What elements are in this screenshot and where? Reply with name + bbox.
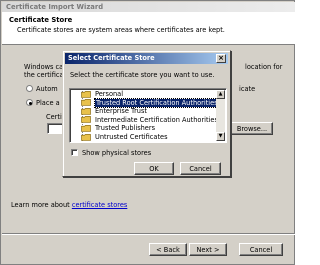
dialog-title-bar: Select Certificate Store ×	[65, 53, 228, 64]
header-subtitle: Certificate stores are system areas wher…	[17, 26, 225, 34]
folder-icon	[81, 90, 91, 98]
select-certificate-store-dialog: Select Certificate Store × Select the ce…	[62, 50, 231, 177]
folder-icon	[81, 116, 91, 124]
store-item-label: Intermediate Certification Authorities	[95, 115, 218, 124]
store-item[interactable]: Enterprise Trust	[81, 107, 147, 115]
folder-icon	[81, 107, 91, 115]
store-item-label: Untrusted Certificates	[95, 133, 168, 141]
store-item-label: Trusted Publishers	[95, 124, 156, 133]
header-title: Certificate Store	[9, 16, 73, 24]
radio-place-in-store-label: Place a	[36, 99, 60, 107]
show-physical-stores-checkbox[interactable]	[71, 149, 78, 156]
folder-icon	[81, 133, 91, 141]
folder-icon	[81, 124, 91, 132]
radio-automatic[interactable]	[26, 85, 33, 92]
store-item-label: Trusted Root Certification Authorities	[94, 97, 220, 108]
store-item[interactable]: Intermediate Certification Authorities	[81, 116, 218, 124]
certificate-store-tree[interactable]: Personal Trusted Root Certification Autho…	[69, 88, 227, 143]
back-button[interactable]: < Back	[149, 243, 187, 256]
show-physical-stores-label: Show physical stores	[82, 149, 152, 157]
store-item[interactable]: Untrusted Certificates	[81, 133, 168, 141]
certificate-stores-link[interactable]: certificate stores	[72, 201, 127, 209]
folder-icon	[81, 99, 91, 106]
wizard-header: Certificate Store Certificate stores are…	[2, 12, 295, 45]
scroll-down-arrow-icon[interactable]: ▼	[216, 132, 225, 141]
close-icon[interactable]: ×	[216, 54, 226, 63]
learn-more-line: Learn more about certificate stores	[11, 201, 127, 209]
radio-place-in-store[interactable]	[26, 99, 33, 106]
next-button[interactable]: Next >	[189, 243, 227, 256]
dialog-cancel-button[interactable]: Cancel	[180, 162, 221, 175]
footer-divider	[2, 233, 295, 235]
dialog-prompt: Select the certificate store you want to…	[70, 71, 215, 79]
browse-button[interactable]: Browse...	[231, 122, 273, 135]
store-item-label: Enterprise Trust	[95, 107, 147, 116]
wizard-title-bar: Certificate Import Wizard	[2, 2, 295, 12]
radio-automatic-label-tail: icate	[239, 85, 256, 93]
learn-more-text: Learn more about	[11, 201, 70, 209]
store-item[interactable]: Trusted Publishers	[81, 124, 155, 132]
scroll-up-arrow-icon[interactable]: ▲	[216, 90, 225, 99]
store-item[interactable]: Personal	[81, 90, 123, 98]
wizard-cancel-button[interactable]: Cancel	[239, 243, 283, 256]
store-item[interactable]: Trusted Root Certification Authorities	[81, 97, 220, 108]
body-text-line1-left: Windows can	[24, 63, 68, 71]
store-item-label: Personal	[95, 90, 124, 98]
certificate-store-field[interactable]	[47, 123, 63, 134]
ok-button[interactable]: OK	[134, 162, 174, 175]
body-text-line2-left: the certificat	[24, 71, 67, 79]
tree-scrollbar[interactable]: ▲ ▼	[216, 90, 225, 141]
body-text-line1-right: location for	[245, 63, 283, 71]
radio-automatic-label: Autom	[36, 85, 58, 93]
dialog-title: Select Certificate Store	[68, 54, 155, 62]
